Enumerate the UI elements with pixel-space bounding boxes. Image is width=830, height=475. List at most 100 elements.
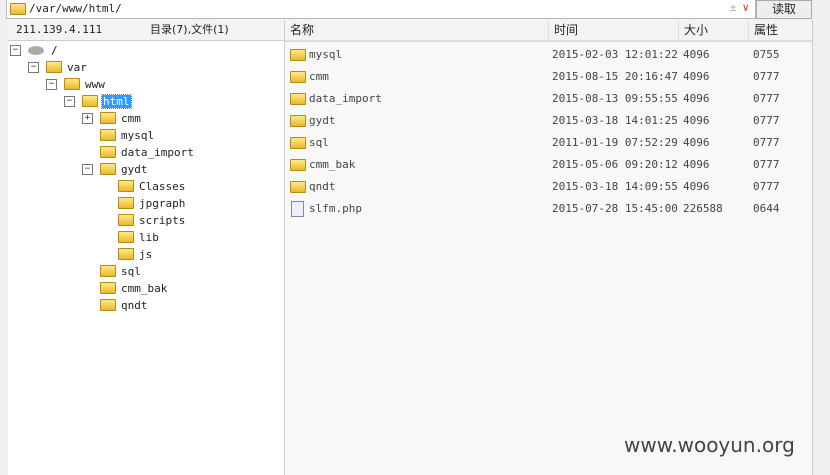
side-strip	[812, 20, 830, 475]
tree-node[interactable]: − gydt	[82, 161, 149, 177]
collapse-icon[interactable]: −	[64, 95, 75, 107]
address-dropdown[interactable]: ± ∨	[730, 1, 749, 14]
tree-node[interactable]: qndt	[82, 297, 149, 313]
file-list-header: 名称 时间 大小 属性	[285, 20, 812, 42]
file-time: 2015-03-18 14:01:25	[552, 114, 678, 127]
address-bar[interactable]: /var/www/html/ ± ∨	[6, 0, 756, 19]
folder-icon	[118, 180, 134, 192]
file-row[interactable]: cmm 2015-08-15 20:16:47 4096 0777	[285, 67, 812, 87]
tree-node[interactable]: − html	[64, 93, 132, 109]
folder-icon	[290, 115, 306, 127]
tree-node[interactable]: − var	[28, 59, 88, 75]
address-path[interactable]: /var/www/html/	[29, 2, 122, 15]
column-name[interactable]: 名称	[285, 20, 314, 40]
folder-icon	[100, 299, 116, 311]
file-row[interactable]: sql 2011-01-19 07:52:29 4096 0777	[285, 133, 812, 153]
file-attr: 0777	[753, 92, 780, 105]
file-size: 4096	[683, 136, 710, 149]
tree-node[interactable]: + cmm	[82, 110, 142, 126]
host-ip: 211.139.4.111	[16, 23, 103, 36]
file-time: 2015-07-28 15:45:00	[552, 202, 678, 215]
collapse-icon[interactable]: −	[28, 61, 39, 73]
tree-node-label: scripts	[139, 213, 186, 227]
tree-node-label: jpgraph	[139, 196, 186, 210]
tree-node-label: data_import	[121, 145, 194, 159]
tree-node-label: lib	[139, 230, 159, 244]
folder-icon	[118, 231, 134, 243]
file-time: 2015-02-03 12:01:22	[552, 48, 678, 61]
folder-icon	[290, 71, 306, 83]
file-attr: 0777	[753, 136, 780, 149]
file-name: data_import	[309, 92, 382, 105]
tree-node[interactable]: sql	[82, 263, 142, 279]
file-size: 226588	[683, 202, 723, 215]
tree-node-label: Classes	[139, 179, 186, 193]
read-button[interactable]: 读取	[756, 0, 812, 19]
folder-icon	[118, 248, 134, 260]
file-row[interactable]: data_import 2015-08-13 09:55:55 4096 0777	[285, 89, 812, 109]
tree-node[interactable]: − /	[10, 42, 59, 58]
tree-node[interactable]: jpgraph	[100, 195, 186, 211]
watermark: www.wooyun.org	[624, 433, 795, 457]
collapse-icon[interactable]: −	[10, 44, 21, 56]
file-size: 4096	[683, 48, 710, 61]
file-row[interactable]: qndt 2015-03-18 14:09:55 4096 0777	[285, 177, 812, 197]
tree-node[interactable]: cmm_bak	[82, 280, 168, 296]
folder-icon	[46, 61, 62, 73]
tree-node[interactable]: data_import	[82, 144, 195, 160]
folder-icon	[290, 93, 306, 105]
tree-node[interactable]: scripts	[100, 212, 186, 228]
file-row[interactable]: gydt 2015-03-18 14:01:25 4096 0777	[285, 111, 812, 131]
tree-node-label: html	[101, 93, 132, 109]
tree-node-label: cmm_bak	[121, 281, 168, 295]
file-row[interactable]: cmm_bak 2015-05-06 09:20:12 4096 0777	[285, 155, 812, 175]
file-size: 4096	[683, 114, 710, 127]
folder-icon	[118, 197, 134, 209]
file-row[interactable]: mysql 2015-02-03 12:01:22 4096 0755	[285, 45, 812, 65]
folder-icon	[64, 78, 80, 90]
directory-tree-panel: 211.139.4.111 目录(7),文件(1) − / − var − www − htm…	[8, 20, 285, 475]
folder-icon	[100, 265, 116, 277]
column-attr[interactable]: 属性	[748, 20, 814, 40]
file-attr: 0777	[753, 158, 780, 171]
folder-icon	[10, 3, 26, 15]
tree-node-label: var	[67, 60, 87, 74]
folder-icon	[100, 282, 116, 294]
column-time[interactable]: 时间	[548, 20, 679, 40]
tree-node-label: www	[85, 77, 105, 91]
folder-icon	[290, 159, 306, 171]
folder-icon	[290, 181, 306, 193]
tree-node-label: qndt	[121, 298, 148, 312]
file-name: cmm_bak	[309, 158, 356, 171]
tree-node[interactable]: Classes	[100, 178, 186, 194]
column-size[interactable]: 大小	[678, 20, 749, 40]
file-row[interactable]: slfm.php 2015-07-28 15:45:00 226588 0644	[285, 199, 812, 219]
tree-node[interactable]: − www	[46, 76, 106, 92]
folder-icon	[100, 163, 116, 175]
file-attr: 0644	[753, 202, 780, 215]
file-size: 4096	[683, 158, 710, 171]
tree-header: 211.139.4.111 目录(7),文件(1)	[8, 20, 284, 41]
tree-node[interactable]: lib	[100, 229, 160, 245]
file-time: 2015-08-15 20:16:47	[552, 70, 678, 83]
chevron-down-icon: ∨	[742, 1, 749, 14]
drive-icon	[28, 45, 44, 55]
file-size: 4096	[683, 92, 710, 105]
file-time: 2011-01-19 07:52:29	[552, 136, 678, 149]
file-attr: 0777	[753, 114, 780, 127]
expand-icon[interactable]: +	[82, 112, 93, 124]
file-name: cmm	[309, 70, 329, 83]
folder-icon	[82, 95, 98, 107]
collapse-icon[interactable]: −	[82, 163, 93, 175]
file-icon	[291, 201, 304, 217]
collapse-icon[interactable]: −	[46, 78, 57, 90]
file-time: 2015-03-18 14:09:55	[552, 180, 678, 193]
tree-node[interactable]: mysql	[82, 127, 155, 143]
file-name: slfm.php	[309, 202, 362, 215]
folder-icon	[100, 129, 116, 141]
file-time: 2015-08-13 09:55:55	[552, 92, 678, 105]
folder-icon	[100, 112, 116, 124]
file-name: mysql	[309, 48, 343, 61]
tree-node[interactable]: js	[100, 246, 153, 262]
folder-icon	[290, 49, 306, 61]
